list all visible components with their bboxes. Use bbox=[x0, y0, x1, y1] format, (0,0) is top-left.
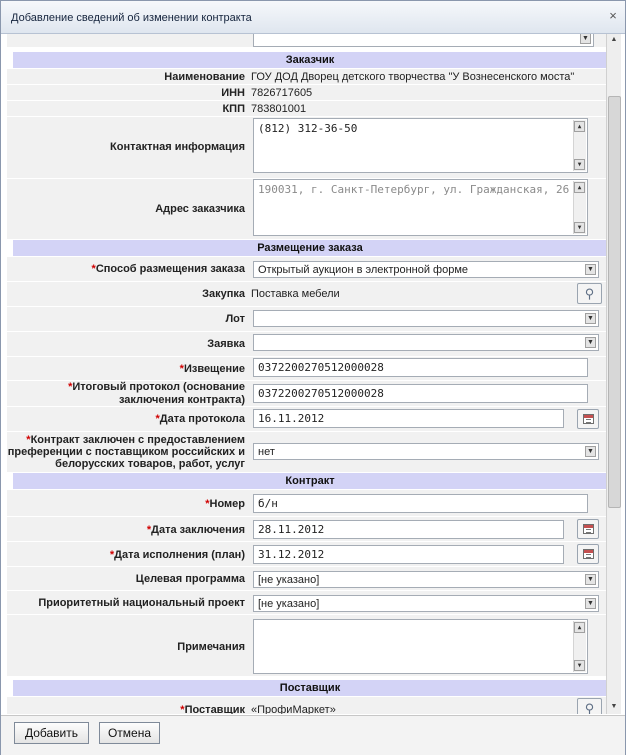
scroll-up-icon[interactable]: ▲ bbox=[574, 622, 585, 633]
purchase-label: Закупка bbox=[202, 288, 245, 300]
kpp-value: 783801001 bbox=[251, 103, 307, 115]
purchase-value: Поставка мебели bbox=[251, 288, 340, 300]
sign-date-input[interactable]: 28.11.2012 bbox=[253, 520, 564, 539]
notice-input[interactable]: 0372200270512000028 bbox=[253, 358, 588, 377]
exec-date-calendar-button[interactable] bbox=[577, 544, 599, 564]
customer-address-textarea[interactable]: 190031, г. Санкт-Петербург, ул. Гражданс… bbox=[253, 179, 588, 236]
scroll-down-icon[interactable]: ▼ bbox=[574, 660, 585, 671]
textarea-scrollbar[interactable]: ▲ ▼ bbox=[573, 120, 586, 171]
contact-info-textarea[interactable]: (812) 312-36-50 ▲ ▼ bbox=[253, 118, 588, 173]
purchase-lookup-button[interactable]: ⚲ bbox=[577, 283, 602, 304]
title-bar[interactable]: Добавление сведений об изменении контрак… bbox=[1, 1, 625, 34]
chevron-down-icon[interactable]: ▼ bbox=[585, 313, 596, 324]
lot-select[interactable]: ▼ bbox=[253, 310, 599, 327]
contact-info-label: Контактная информация bbox=[110, 141, 245, 153]
customer-address-text: 190031, г. Санкт-Петербург, ул. Гражданс… bbox=[258, 183, 570, 196]
section-customer-header: Заказчик bbox=[13, 52, 606, 68]
sign-date-label: *Дата заключения bbox=[146, 524, 245, 536]
preference-select[interactable]: нет ▼ bbox=[253, 443, 599, 460]
bid-select[interactable]: ▼ bbox=[253, 334, 599, 351]
notes-label: Примечания bbox=[177, 641, 245, 653]
protocol-date-label: *Дата протокола bbox=[155, 413, 245, 425]
scrollbar-thumb[interactable] bbox=[608, 96, 621, 508]
main-scrollbar[interactable]: ▲ ▼ bbox=[606, 34, 621, 714]
contract-number-input[interactable]: б/н bbox=[253, 494, 588, 513]
protocol-date-calendar-button[interactable] bbox=[577, 409, 599, 429]
form-row: Наименование ГОУ ДОД Дворец детского тво… bbox=[7, 69, 606, 85]
bid-label: Заявка bbox=[207, 338, 245, 350]
close-icon[interactable]: × bbox=[607, 9, 619, 22]
form-row: Закупка Поставка мебели bbox=[7, 282, 606, 307]
exec-date-label: *Дата исполнения (план) bbox=[109, 549, 245, 561]
scroll-up-icon[interactable]: ▲ bbox=[609, 36, 619, 45]
add-button[interactable]: Добавить bbox=[14, 722, 89, 744]
supplier-lookup-button[interactable]: ⚲ bbox=[577, 698, 602, 714]
chevron-down-icon[interactable]: ▼ bbox=[585, 574, 596, 585]
protocol-label: *Итоговый протокол (основание заключения… bbox=[68, 381, 245, 406]
inn-label: ИНН bbox=[221, 87, 245, 99]
contract-number-label: *Номер bbox=[205, 498, 245, 510]
form-row: *Поставщик «ПрофиМаркет» bbox=[7, 697, 606, 714]
calendar-icon bbox=[583, 549, 594, 559]
scroll-down-icon[interactable]: ▼ bbox=[574, 159, 585, 170]
lot-label: Лот bbox=[225, 313, 245, 325]
customer-name-value: ГОУ ДОД Дворец детского творчества "У Во… bbox=[251, 71, 575, 83]
inn-value: 7826717605 bbox=[251, 87, 313, 99]
chevron-down-icon[interactable]: ▼ bbox=[580, 34, 591, 44]
dialog-window: Добавление сведений об изменении контрак… bbox=[0, 0, 626, 755]
order-method-select[interactable]: Открытый аукцион в электронной форме ▼ bbox=[253, 261, 599, 278]
cancel-button[interactable]: Отмена bbox=[99, 722, 160, 744]
form-row: КПП 783801001 bbox=[7, 101, 606, 117]
exec-date-input[interactable]: 31.12.2012 bbox=[253, 545, 564, 564]
section-contract-header: Контракт bbox=[13, 473, 606, 489]
kpp-label: КПП bbox=[222, 103, 245, 115]
dialog-footer: Добавить Отмена bbox=[1, 715, 625, 755]
sign-date-calendar-button[interactable] bbox=[577, 519, 599, 539]
search-icon: ⚲ bbox=[584, 701, 595, 714]
target-program-select[interactable]: [не указано] ▼ bbox=[253, 571, 599, 588]
chevron-down-icon[interactable]: ▼ bbox=[585, 337, 596, 348]
textarea-scrollbar[interactable]: ▲ ▼ bbox=[573, 621, 586, 672]
notes-textarea[interactable]: ▲ ▼ bbox=[253, 619, 588, 674]
supplier-label: *Поставщик bbox=[180, 704, 245, 714]
previous-field-select[interactable]: ▼ bbox=[253, 34, 594, 47]
search-icon: ⚲ bbox=[584, 286, 595, 301]
customer-name-label: Наименование bbox=[164, 71, 245, 83]
national-project-label: Приоритетный национальный проект bbox=[38, 597, 245, 609]
chevron-down-icon[interactable]: ▼ bbox=[585, 264, 596, 275]
supplier-value: «ПрофиМаркет» bbox=[251, 704, 336, 714]
scroll-up-icon[interactable]: ▲ bbox=[574, 182, 585, 193]
calendar-icon bbox=[583, 524, 594, 534]
calendar-icon bbox=[583, 414, 594, 424]
section-supplier-header: Поставщик bbox=[13, 680, 606, 696]
national-project-select[interactable]: [не указано] ▼ bbox=[253, 595, 599, 612]
chevron-down-icon[interactable]: ▼ bbox=[585, 446, 596, 457]
target-program-label: Целевая программа bbox=[135, 573, 245, 585]
customer-address-label: Адрес заказчика bbox=[155, 203, 245, 215]
textarea-scrollbar[interactable]: ▲ ▼ bbox=[573, 181, 586, 234]
scroll-down-icon[interactable]: ▼ bbox=[574, 222, 585, 233]
scroll-down-icon[interactable]: ▼ bbox=[609, 703, 619, 712]
notice-label: *Извещение bbox=[179, 363, 245, 375]
protocol-date-input[interactable]: 16.11.2012 bbox=[253, 409, 564, 428]
dialog-title: Добавление сведений об изменении контрак… bbox=[11, 12, 252, 24]
protocol-input[interactable]: 0372200270512000028 bbox=[253, 384, 588, 403]
contact-info-text: (812) 312-36-50 bbox=[258, 122, 358, 135]
section-order-header: Размещение заказа bbox=[13, 240, 606, 256]
form-row: ИНН 7826717605 bbox=[7, 85, 606, 101]
order-method-label: *Способ размещения заказа bbox=[91, 263, 245, 275]
preference-label: *Контракт заключен с предоставлением пре… bbox=[7, 434, 245, 470]
form-content: ▼ Заказчик Наименование ГОУ ДОД Дворец д… bbox=[7, 34, 606, 714]
scroll-up-icon[interactable]: ▲ bbox=[574, 121, 585, 132]
chevron-down-icon[interactable]: ▼ bbox=[585, 598, 596, 609]
